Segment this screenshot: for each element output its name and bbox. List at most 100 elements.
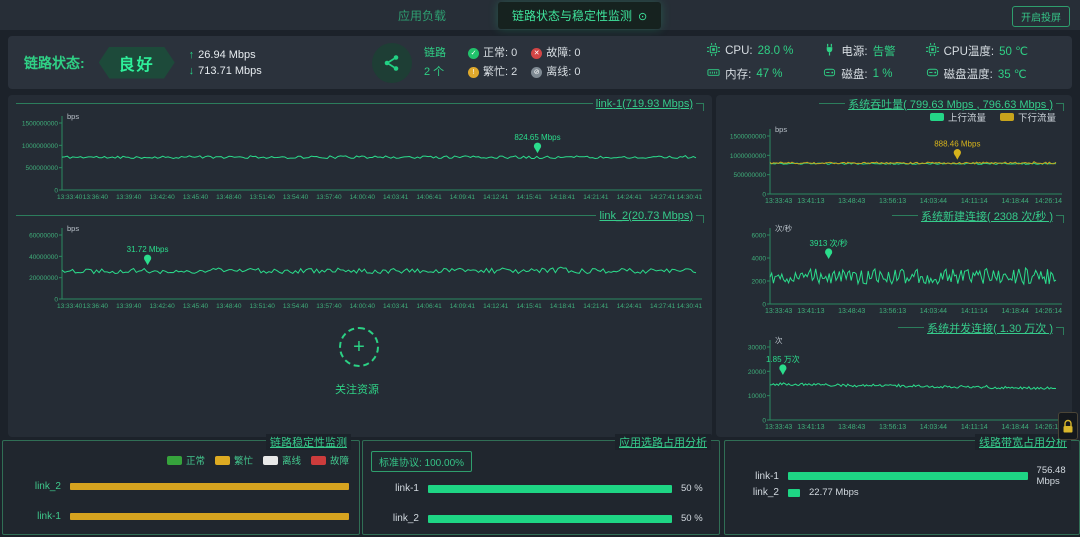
stability-legend-正常[interactable]: 正常 (167, 453, 205, 467)
routing-row-link-1: link-150 % (373, 483, 709, 494)
panel-title-link-stability[interactable]: 链路稳定性监测 (266, 434, 351, 450)
svg-text:14:26:14: 14:26:14 (1035, 308, 1062, 315)
share-icon[interactable] (372, 43, 412, 83)
panel-title-bandwidth[interactable]: 线路带宽占用分析 (975, 434, 1071, 450)
metric-disk-temp: 磁盘温度: 35 ℃ (926, 66, 1028, 82)
metric-label: CPU温度: (944, 43, 994, 59)
app-route-usage-panel: 应用选路占用分析 标准协议: 100.00% link-150 %link_25… (362, 440, 720, 535)
protocol-badge: 标准协议: 100.00% (371, 451, 472, 472)
chart-plot-link-2-traffic[interactable]: 0200000004000000060000000bps13:33:4013:3… (16, 222, 704, 310)
link-state-text: 正常: 0 (483, 44, 517, 63)
link-status-badge: 良好 (99, 47, 175, 79)
svg-text:13:41:13: 13:41:13 (797, 308, 824, 315)
svg-text:31.72 Mbps: 31.72 Mbps (127, 245, 169, 254)
svg-text:13:48:43: 13:48:43 (838, 424, 865, 431)
svg-text:13:36:40: 13:36:40 (83, 194, 109, 201)
stability-bar (70, 513, 349, 520)
svg-text:14:12:41: 14:12:41 (483, 194, 509, 201)
link-summary-row: 链路✓正常: 0✕故障: 0 (424, 44, 580, 63)
link-state-故障: ✕故障: 0 (531, 44, 580, 63)
svg-text:13:48:40: 13:48:40 (216, 194, 242, 201)
svg-text:14:03:44: 14:03:44 (920, 424, 947, 431)
disk-temp-icon (926, 66, 939, 82)
svg-text:14:18:41: 14:18:41 (550, 194, 576, 201)
download-arrow-icon: ↓ (189, 65, 195, 77)
svg-text:14:21:41: 14:21:41 (583, 303, 609, 310)
panel-title-app-route[interactable]: 应用选路占用分析 (615, 434, 711, 450)
chart-title[interactable]: link_2(20.73 Mbps) (596, 210, 696, 222)
tab-link-status-monitor[interactable]: 链路状态与稳定性监测⊙ (498, 2, 661, 29)
chart-link-1: link-1(719.93 Mbps)050000000010000000001… (16, 97, 704, 203)
power-icon (823, 43, 836, 59)
svg-text:13:56:13: 13:56:13 (879, 198, 906, 205)
link-state-dot-icon: ✕ (531, 48, 542, 59)
routing-bar (428, 515, 672, 523)
svg-text:6000: 6000 (752, 233, 767, 240)
legend-item-下行流量[interactable]: 下行流量 (1000, 110, 1056, 124)
chart-title-row: 系统吞吐量( 799.63 Mbps , 796.63 Mbps ) (724, 97, 1064, 110)
svg-text:14:21:41: 14:21:41 (583, 194, 609, 201)
download-rate: 713.71 Mbps (198, 65, 262, 77)
link-state-dot-icon: ✓ (468, 48, 479, 59)
svg-text:14:11:14: 14:11:14 (961, 198, 988, 205)
chart-title[interactable]: link-1(719.93 Mbps) (593, 98, 696, 110)
upload-arrow-icon: ↑ (189, 49, 195, 61)
svg-text:14:09:41: 14:09:41 (450, 194, 476, 201)
stability-row-link-1: link-1 (13, 511, 349, 522)
bandwidth-bar (788, 489, 800, 497)
stability-legend-繁忙[interactable]: 繁忙 (215, 453, 253, 467)
svg-text:13:56:13: 13:56:13 (879, 424, 906, 431)
routing-row-link_2: link_250 % (373, 513, 709, 524)
legend-swatch (215, 456, 230, 465)
start-casting-button[interactable]: 开启投屏 (1012, 6, 1070, 27)
svg-text:14:24:41: 14:24:41 (617, 303, 643, 310)
disk-icon (823, 66, 836, 82)
svg-text:1000000000: 1000000000 (730, 153, 767, 160)
svg-text:500000000: 500000000 (733, 172, 766, 179)
svg-text:14:18:44: 14:18:44 (1002, 198, 1029, 205)
svg-text:bps: bps (67, 224, 79, 233)
link-state-dot-icon: ! (468, 67, 479, 78)
stability-bar (70, 483, 349, 490)
metric-power: 电源:告警 (823, 43, 895, 59)
legend-item-上行流量[interactable]: 上行流量 (930, 110, 986, 124)
svg-text:13:56:13: 13:56:13 (879, 308, 906, 315)
svg-text:14:06:41: 14:06:41 (416, 303, 442, 310)
svg-text:1.85 万次: 1.85 万次 (766, 354, 800, 364)
link-status-group: 链路状态: 良好 ↑26.94 Mbps ↓713.71 Mbps (8, 47, 344, 79)
svg-text:14:00:40: 14:00:40 (350, 194, 376, 201)
metric-value: 35 ℃ (998, 67, 1027, 81)
metric-label: 磁盘温度: (944, 66, 993, 82)
bar-track (70, 513, 349, 520)
chart-plot-system-concurrent-connections[interactable]: 0100002000030000次13:33:4313:41:1313:48:4… (724, 334, 1064, 431)
link-state-text: 繁忙: 2 (483, 63, 517, 82)
link-stability-panel: 链路稳定性监测 正常繁忙离线故障 link_2link-1 (2, 440, 360, 535)
chart-title[interactable]: 系统并发连接( 1.30 万次 ) (924, 320, 1056, 336)
link-state-正常: ✓ 正常: 0 (468, 44, 517, 63)
tab-app-load[interactable]: 应用负载 (398, 7, 446, 24)
link-charts-panel: link-1(719.93 Mbps)050000000010000000001… (8, 95, 712, 437)
chart-title[interactable]: 系统新建连接( 2308 次/秒 ) (918, 208, 1056, 224)
svg-text:13:54:40: 13:54:40 (283, 303, 309, 310)
plus-icon: + (353, 336, 365, 359)
svg-text:13:45:40: 13:45:40 (183, 303, 209, 310)
add-watch-resource-button[interactable]: + (339, 327, 379, 367)
svg-text:14:15:41: 14:15:41 (517, 194, 543, 201)
bar-label: link-1 (735, 471, 779, 482)
chart-plot-link-1-traffic[interactable]: 050000000010000000001500000000bps13:33:4… (16, 110, 704, 201)
lock-screen-button[interactable] (1058, 412, 1078, 440)
stability-legend-故障[interactable]: 故障 (311, 453, 349, 467)
svg-text:3913 次/秒: 3913 次/秒 (810, 238, 848, 248)
svg-text:14:27:41: 14:27:41 (650, 194, 676, 201)
metric-disk: 磁盘:1 % (823, 66, 895, 82)
svg-text:60000000: 60000000 (29, 233, 58, 240)
svg-text:14:00:40: 14:00:40 (350, 303, 376, 310)
legend-label: 正常 (186, 453, 205, 467)
chart-plot-system-new-connections[interactable]: 0200040006000次/秒13:33:4313:41:1313:48:43… (724, 222, 1064, 315)
stability-legend-离线[interactable]: 离线 (263, 453, 301, 467)
top-bar: 应用负载 链路状态与稳定性监测⊙ 开启投屏 (0, 0, 1080, 30)
bar-label: link-1 (13, 511, 61, 522)
chart-plot-system-throughput[interactable]: 050000000010000000001500000000bps13:33:4… (724, 123, 1064, 205)
legend-swatch (930, 113, 944, 121)
throughput-rates: ↑26.94 Mbps ↓713.71 Mbps (189, 47, 262, 79)
